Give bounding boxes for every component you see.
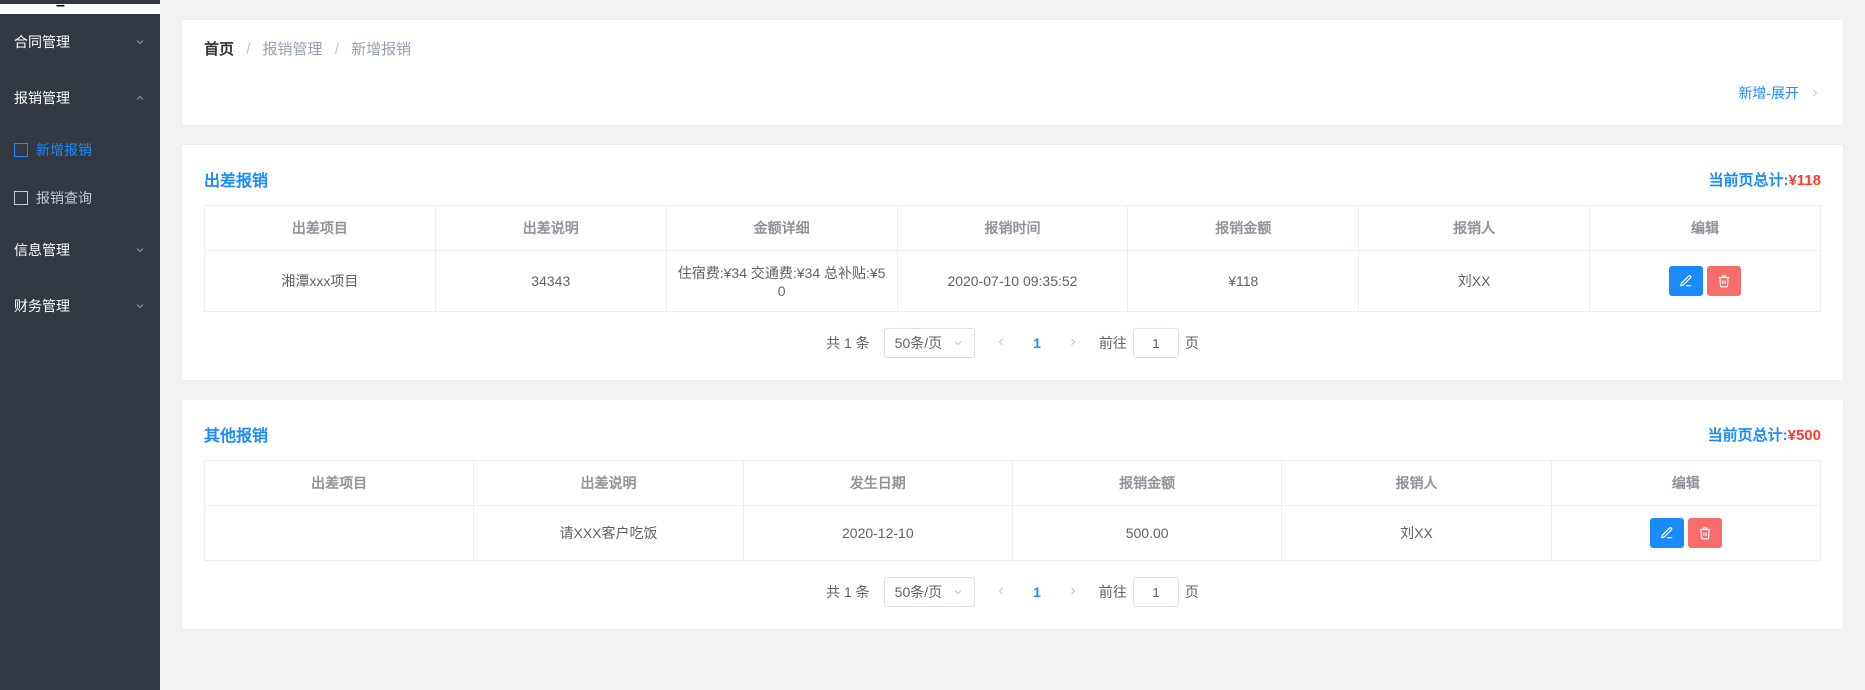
cell-detail: 住宿费:¥34 交通费:¥34 总补贴:¥50 <box>666 251 897 312</box>
col-amount: 报销金额 <box>1128 206 1359 251</box>
cell-actions <box>1551 506 1820 561</box>
sidebar-item-reimburse[interactable]: 报销管理 <box>0 70 160 126</box>
main-content: 首页 / 报销管理 / 新增报销 新增-展开 出差报销 当前页总计:¥118 <box>160 0 1865 690</box>
table-row: 湘潭xxx项目 34343 住宿费:¥34 交通费:¥34 总补贴:¥50 20… <box>205 251 1821 312</box>
pager-current[interactable]: 1 <box>1027 335 1047 351</box>
cell-amount: 500.00 <box>1012 506 1281 561</box>
col-desc: 出差说明 <box>435 206 666 251</box>
cell-desc: 请XXX客户吃饭 <box>474 506 743 561</box>
square-icon <box>14 191 28 205</box>
pager-goto: 前往 页 <box>1099 328 1199 358</box>
pagination: 共 1 条 50条/页 1 前往 页 <box>204 328 1821 358</box>
breadcrumb-level1[interactable]: 报销管理 <box>263 41 323 58</box>
cell-amount: ¥118 <box>1128 251 1359 312</box>
other-table: 出差项目 出差说明 发生日期 报销金额 报销人 编辑 请XXX客户吃饭 2020… <box>204 460 1821 561</box>
cell-person: 刘XX <box>1359 251 1590 312</box>
square-icon <box>14 143 28 157</box>
col-person: 报销人 <box>1359 206 1590 251</box>
sidebar-item-finance[interactable]: 财务管理 <box>0 278 160 334</box>
sidebar: – 合同管理 报销管理 新增报销 报销查询 信息管理 <box>0 0 160 690</box>
col-time: 报销时间 <box>897 206 1128 251</box>
sidebar-item-label: 财务管理 <box>14 296 70 316</box>
breadcrumb-sep: / <box>335 41 339 58</box>
cell-project <box>205 506 474 561</box>
sidebar-item-info[interactable]: 信息管理 <box>0 222 160 278</box>
pager-goto: 前往 页 <box>1099 577 1199 607</box>
col-date: 发生日期 <box>743 461 1012 506</box>
cell-desc: 34343 <box>435 251 666 312</box>
pager-total: 共 1 条 <box>826 582 870 602</box>
chevron-down-icon <box>134 300 146 312</box>
section-total: 当前页总计:¥118 <box>1708 169 1821 190</box>
col-edit: 编辑 <box>1590 206 1821 251</box>
pager-goto-input[interactable] <box>1133 577 1179 607</box>
sidebar-top-marker: – <box>0 4 160 14</box>
section-total: 当前页总计:¥500 <box>1708 424 1821 445</box>
sidebar-item-contract[interactable]: 合同管理 <box>0 14 160 70</box>
col-project: 出差项目 <box>205 206 436 251</box>
col-project: 出差项目 <box>205 461 474 506</box>
sidebar-subitem-query-reimburse[interactable]: 报销查询 <box>0 174 160 222</box>
delete-button[interactable] <box>1707 266 1741 296</box>
table-row: 请XXX客户吃饭 2020-12-10 500.00 刘XX <box>205 506 1821 561</box>
cell-date: 2020-12-10 <box>743 506 1012 561</box>
section-title: 其他报销 <box>204 422 268 446</box>
breadcrumb-level2: 新增报销 <box>351 41 411 58</box>
edit-button[interactable] <box>1650 518 1684 548</box>
pager-goto-input[interactable] <box>1133 328 1179 358</box>
chevron-down-icon <box>952 586 964 598</box>
cell-person: 刘XX <box>1282 506 1551 561</box>
breadcrumb-sep: / <box>246 41 250 58</box>
delete-button[interactable] <box>1688 518 1722 548</box>
breadcrumb: 首页 / 报销管理 / 新增报销 <box>182 20 1843 77</box>
sidebar-item-label: 新增报销 <box>36 140 92 160</box>
edit-button[interactable] <box>1669 266 1703 296</box>
pager-current[interactable]: 1 <box>1027 584 1047 600</box>
other-reimburse-card: 其他报销 当前页总计:¥500 出差项目 出差说明 发生日期 报销金额 报销人 … <box>182 400 1843 629</box>
travel-reimburse-card: 出差报销 当前页总计:¥118 出差项目 出差说明 金额详细 报销时间 报销金额… <box>182 145 1843 380</box>
pager-next[interactable] <box>1061 335 1085 351</box>
col-edit: 编辑 <box>1551 461 1820 506</box>
sidebar-item-label: 合同管理 <box>14 32 70 52</box>
pager-prev[interactable] <box>989 584 1013 600</box>
breadcrumb-home[interactable]: 首页 <box>204 41 234 58</box>
add-expand-link[interactable]: 新增-展开 <box>1738 83 1799 103</box>
breadcrumb-card: 首页 / 报销管理 / 新增报销 新增-展开 <box>182 20 1843 125</box>
chevron-down-icon <box>952 337 964 349</box>
travel-table: 出差项目 出差说明 金额详细 报销时间 报销金额 报销人 编辑 湘潭xxx项目 … <box>204 205 1821 312</box>
col-detail: 金额详细 <box>666 206 897 251</box>
pager-next[interactable] <box>1061 584 1085 600</box>
page-size-select[interactable]: 50条/页 <box>884 577 975 607</box>
pagination: 共 1 条 50条/页 1 前往 页 <box>204 577 1821 607</box>
sidebar-item-label: 报销查询 <box>36 188 92 208</box>
pager-prev[interactable] <box>989 335 1013 351</box>
cell-time: 2020-07-10 09:35:52 <box>897 251 1128 312</box>
col-amount: 报销金额 <box>1012 461 1281 506</box>
section-title: 出差报销 <box>204 167 268 191</box>
sidebar-subitem-add-reimburse[interactable]: 新增报销 <box>0 126 160 174</box>
sidebar-item-label: 报销管理 <box>14 88 70 108</box>
col-desc: 出差说明 <box>474 461 743 506</box>
chevron-down-icon <box>134 36 146 48</box>
chevron-right-icon <box>1809 87 1821 99</box>
cell-actions <box>1590 251 1821 312</box>
chevron-up-icon <box>134 92 146 104</box>
pager-total: 共 1 条 <box>826 333 870 353</box>
page-size-select[interactable]: 50条/页 <box>884 328 975 358</box>
col-person: 报销人 <box>1282 461 1551 506</box>
cell-project: 湘潭xxx项目 <box>205 251 436 312</box>
sidebar-item-label: 信息管理 <box>14 240 70 260</box>
chevron-down-icon <box>134 244 146 256</box>
